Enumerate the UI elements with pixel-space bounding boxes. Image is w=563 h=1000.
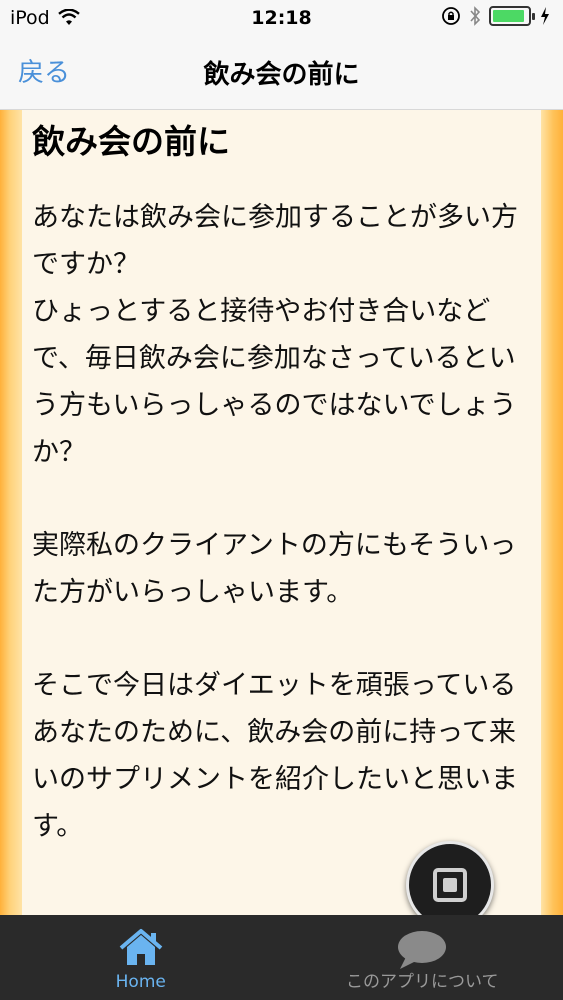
article-panel: 飲み会の前に あなたは飲み会に参加することが多い方ですか？ ひょっとすると接待や… bbox=[22, 110, 541, 915]
article-paragraph-3: そこで今日はダイエットを頑張っているあなたのために、飲み会の前に持って来いのサプ… bbox=[32, 670, 518, 842]
charging-icon bbox=[541, 7, 549, 25]
nav-title: 飲み会の前に bbox=[203, 60, 360, 90]
tab-home-label: Home bbox=[115, 972, 166, 992]
stop-icon bbox=[433, 868, 467, 902]
tab-bar: Home このアプリについて bbox=[0, 915, 563, 1000]
content-area[interactable]: 飲み会の前に あなたは飲み会に参加することが多い方ですか？ ひょっとすると接待や… bbox=[0, 110, 563, 915]
home-icon bbox=[119, 929, 163, 965]
battery-fill bbox=[493, 10, 524, 22]
speech-bubble-icon bbox=[397, 931, 446, 969]
tab-about-label: このアプリについて bbox=[346, 972, 499, 992]
navigation-bar: 戻る 飲み会の前に bbox=[0, 38, 563, 110]
article-paragraph-1: あなたは飲み会に参加することが多い方ですか？ ひょっとすると接待やお付き合いなど… bbox=[32, 202, 518, 468]
rotation-lock-icon bbox=[442, 7, 460, 25]
tab-home[interactable]: Home bbox=[0, 915, 282, 1000]
status-bar: iPod 12:18 bbox=[0, 0, 563, 38]
article-title: 飲み会の前に bbox=[32, 122, 230, 161]
article-paragraph-2: 実際私のクライアントの方にもそういった方がいらっしゃいます。 bbox=[32, 530, 517, 608]
tab-about[interactable]: このアプリについて bbox=[282, 915, 563, 1000]
battery-tip bbox=[532, 13, 535, 20]
bluetooth-icon bbox=[470, 6, 481, 26]
battery-icon bbox=[489, 6, 535, 26]
status-right bbox=[441, 6, 551, 26]
